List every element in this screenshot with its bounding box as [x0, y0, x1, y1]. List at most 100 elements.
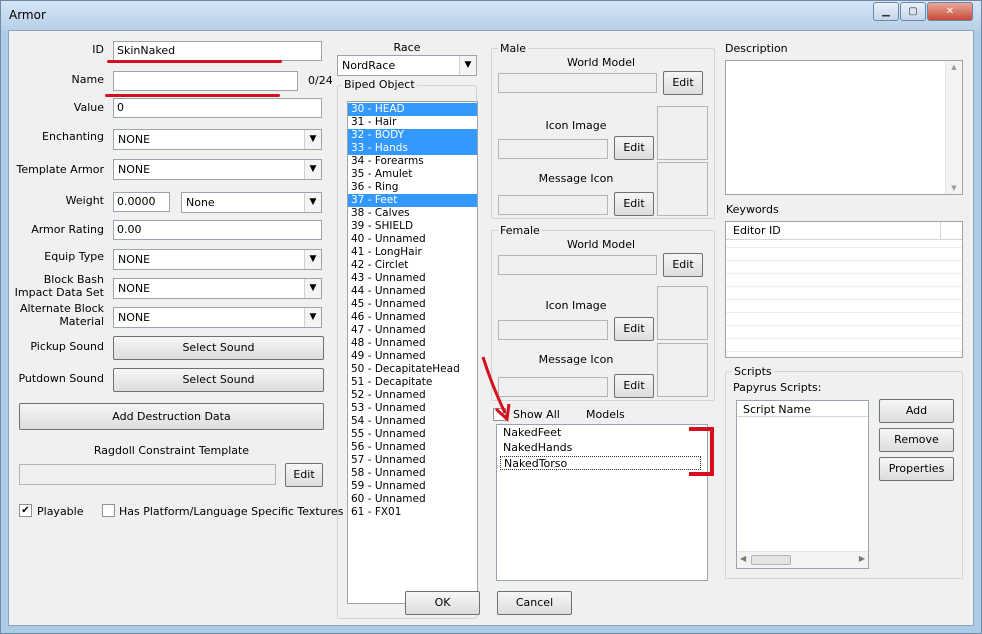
- keywords-list[interactable]: Editor ID: [725, 221, 963, 358]
- ragdoll-edit-button[interactable]: Edit: [285, 463, 323, 487]
- enchanting-select[interactable]: NONE ▼: [113, 129, 322, 150]
- biped-slot-item[interactable]: 36 - Ring: [348, 181, 477, 194]
- biped-slot-item[interactable]: 54 - Unnamed: [348, 415, 477, 428]
- female-message-icon-edit-button[interactable]: Edit: [614, 374, 654, 398]
- script-properties-button[interactable]: Properties: [879, 457, 954, 481]
- biped-slot-item[interactable]: 52 - Unnamed: [348, 389, 477, 402]
- minimize-button[interactable]: ▁: [873, 2, 899, 21]
- biped-slot-item[interactable]: 38 - Calves: [348, 207, 477, 220]
- male-world-model-edit-button[interactable]: Edit: [663, 71, 703, 95]
- biped-slot-item[interactable]: 57 - Unnamed: [348, 454, 477, 467]
- equip-type-select[interactable]: NONE ▼: [113, 249, 322, 270]
- maximize-button[interactable]: ▢: [900, 2, 926, 21]
- biped-slot-item[interactable]: 47 - Unnamed: [348, 324, 477, 337]
- block-bash-select[interactable]: NONE ▼: [113, 278, 322, 299]
- biped-object-list[interactable]: 30 - HEAD 31 - Hair 32 - BODY 33 - Hands 34 …: [347, 101, 478, 604]
- biped-slot-item[interactable]: 48 - Unnamed: [348, 337, 477, 350]
- editor-id-column[interactable]: Editor ID: [733, 224, 781, 237]
- remove-script-button[interactable]: Remove: [879, 428, 954, 452]
- playable-checkbox[interactable]: ✔: [19, 504, 32, 517]
- scroll-down-icon[interactable]: ▼: [946, 184, 962, 192]
- biped-slot-item[interactable]: 30 - HEAD: [348, 103, 477, 116]
- biped-slot-item[interactable]: 44 - Unnamed: [348, 285, 477, 298]
- biped-slot-item[interactable]: 41 - LongHair: [348, 246, 477, 259]
- alt-block-label-2: Material: [59, 315, 104, 328]
- block-bash-label-1: Block Bash: [43, 273, 104, 286]
- female-icon-image-field[interactable]: [498, 320, 608, 340]
- biped-slot-item[interactable]: 32 - BODY: [348, 129, 477, 142]
- pickup-sound-label: Pickup Sound: [30, 340, 104, 353]
- biped-slot-item[interactable]: 49 - Unnamed: [348, 350, 477, 363]
- model-item[interactable]: NakedTorso: [500, 456, 701, 470]
- block-bash-label-2: Impact Data Set: [14, 286, 104, 299]
- male-message-icon-edit-button[interactable]: Edit: [614, 192, 654, 216]
- biped-slot-item[interactable]: 61 - FX01: [348, 506, 477, 519]
- script-name-column[interactable]: Script Name: [737, 401, 868, 417]
- scroll-up-icon[interactable]: ▲: [946, 63, 962, 71]
- weight-field[interactable]: 0.0000: [113, 192, 170, 212]
- biped-slot-item[interactable]: 37 - Feet: [348, 194, 477, 207]
- title-bar[interactable]: Armor ▁ ▢ ✕: [1, 1, 981, 31]
- biped-slot-item[interactable]: 34 - Forearms: [348, 155, 477, 168]
- biped-slot-item[interactable]: 42 - Circlet: [348, 259, 477, 272]
- model-item[interactable]: NakedFeet: [500, 426, 701, 440]
- female-icon-image-edit-button[interactable]: Edit: [614, 317, 654, 341]
- female-world-model-edit-button[interactable]: Edit: [663, 253, 703, 277]
- male-label: Male: [498, 42, 529, 55]
- race-select[interactable]: NordRace ▼: [337, 55, 477, 76]
- biped-slot-item[interactable]: 43 - Unnamed: [348, 272, 477, 285]
- platform-textures-checkbox[interactable]: [102, 504, 115, 517]
- close-button[interactable]: ✕: [927, 2, 973, 21]
- add-script-button[interactable]: Add: [879, 399, 954, 423]
- biped-slot-item[interactable]: 31 - Hair: [348, 116, 477, 129]
- scroll-right-icon[interactable]: ▶: [859, 554, 865, 563]
- male-icon-image-preview: [657, 106, 708, 160]
- male-message-icon-field[interactable]: [498, 195, 608, 215]
- putdown-select-sound-button[interactable]: Select Sound: [113, 368, 324, 392]
- biped-slot-item[interactable]: 51 - Decapitate: [348, 376, 477, 389]
- pickup-select-sound-button[interactable]: Select Sound: [113, 336, 324, 360]
- armor-rating-field[interactable]: 0.00: [113, 220, 322, 240]
- id-field[interactable]: SkinNaked: [113, 41, 322, 61]
- ragdoll-field[interactable]: [19, 464, 276, 485]
- male-world-model-field[interactable]: [498, 73, 657, 93]
- scripts-list[interactable]: Script Name ◀ ▶: [736, 400, 869, 569]
- female-world-model-field[interactable]: [498, 255, 657, 275]
- biped-slot-item[interactable]: 40 - Unnamed: [348, 233, 477, 246]
- weight-type-select[interactable]: None ▼: [181, 192, 322, 213]
- model-item[interactable]: NakedHands: [500, 441, 701, 455]
- biped-slot-item[interactable]: 33 - Hands: [348, 142, 477, 155]
- biped-slot-item[interactable]: 59 - Unnamed: [348, 480, 477, 493]
- biped-slot-item[interactable]: 60 - Unnamed: [348, 493, 477, 506]
- ok-button[interactable]: OK: [405, 591, 480, 615]
- biped-slot-item[interactable]: 53 - Unnamed: [348, 402, 477, 415]
- scroll-left-icon[interactable]: ◀: [740, 554, 746, 563]
- models-label: Models: [586, 408, 625, 421]
- biped-slot-item[interactable]: 39 - SHIELD: [348, 220, 477, 233]
- biped-slot-item[interactable]: 46 - Unnamed: [348, 311, 477, 324]
- female-message-icon-preview: [657, 343, 708, 397]
- cancel-button[interactable]: Cancel: [497, 591, 572, 615]
- template-armor-value: NONE: [118, 163, 151, 176]
- value-field[interactable]: 0: [113, 98, 322, 118]
- add-destruction-data-button[interactable]: Add Destruction Data: [19, 403, 324, 430]
- models-list[interactable]: NakedFeet NakedHands NakedTorso: [496, 424, 708, 581]
- description-scrollbar[interactable]: ▲ ▼: [945, 61, 962, 194]
- keywords-header: Editor ID: [726, 222, 962, 240]
- biped-slot-item[interactable]: 45 - Unnamed: [348, 298, 477, 311]
- description-field[interactable]: ▲ ▼: [725, 60, 963, 195]
- male-icon-image-edit-button[interactable]: Edit: [614, 136, 654, 160]
- biped-slot-item[interactable]: 55 - Unnamed: [348, 428, 477, 441]
- biped-slot-item[interactable]: 58 - Unnamed: [348, 467, 477, 480]
- male-icon-image-field[interactable]: [498, 139, 608, 159]
- playable-label: Playable: [37, 505, 84, 518]
- scripts-hscrollbar[interactable]: ◀ ▶: [737, 551, 868, 568]
- biped-slot-item[interactable]: 56 - Unnamed: [348, 441, 477, 454]
- template-armor-select[interactable]: NONE ▼: [113, 159, 322, 180]
- ragdoll-label: Ragdoll Constraint Template: [93, 444, 250, 457]
- biped-slot-item[interactable]: 35 - Amulet: [348, 168, 477, 181]
- name-field[interactable]: [113, 71, 298, 91]
- alt-block-select[interactable]: NONE ▼: [113, 307, 322, 328]
- biped-slot-item[interactable]: 50 - DecapitateHead: [348, 363, 477, 376]
- scroll-thumb[interactable]: [751, 555, 791, 565]
